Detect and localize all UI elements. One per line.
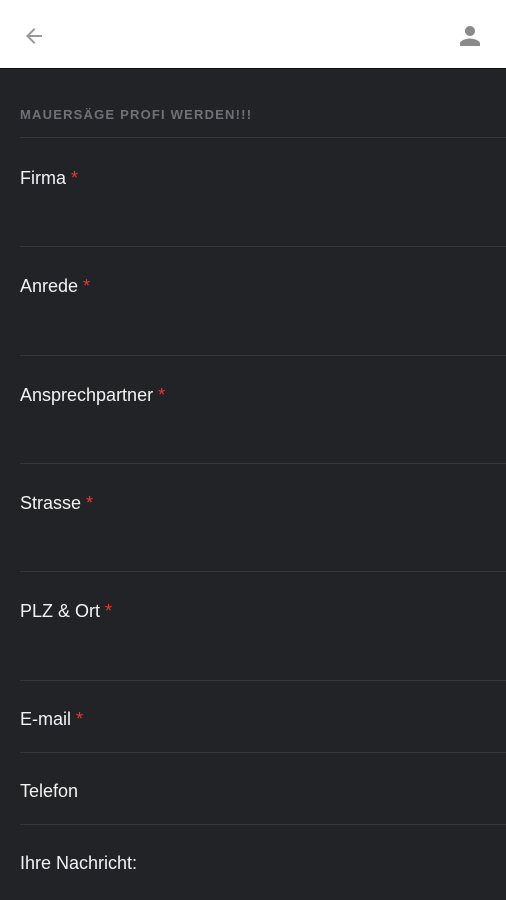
required-asterisk: * (71, 168, 79, 188)
field-label: Ansprechpartner (20, 385, 154, 405)
section-title: MAUERSÄGE PROFI WERDEN!!! (20, 107, 253, 122)
form-field-ansprechpartner[interactable]: Ansprechpartner * (20, 355, 506, 463)
form-field-firma[interactable]: Firma * (20, 137, 506, 246)
form-field-telefon[interactable]: Telefon (20, 752, 506, 824)
required-asterisk: * (105, 601, 113, 621)
user-account-button[interactable] (450, 16, 490, 56)
field-label: E-mail (20, 709, 72, 729)
top-app-bar (0, 0, 506, 69)
back-button[interactable] (14, 16, 54, 56)
anrede-input[interactable] (20, 309, 506, 343)
firma-input[interactable] (20, 200, 506, 234)
form-field-strasse[interactable]: Strasse * (20, 463, 506, 571)
field-label: Ihre Nachricht: (20, 853, 138, 873)
arrow-left-icon (26, 28, 42, 44)
strasse-input[interactable] (20, 526, 506, 560)
form-field-anrede[interactable]: Anrede * (20, 246, 506, 355)
field-label: Telefon (20, 781, 79, 801)
person-icon (460, 26, 480, 46)
ansprechpartner-input[interactable] (20, 418, 506, 452)
field-label: PLZ & Ort (20, 601, 101, 621)
required-asterisk: * (86, 493, 94, 513)
form-field-email[interactable]: E-mail * (20, 680, 506, 752)
form-field-nachricht[interactable]: Ihre Nachricht: (20, 824, 506, 900)
plz-ort-input[interactable] (20, 634, 506, 668)
form-field-plz-ort[interactable]: PLZ & Ort * (20, 571, 506, 680)
field-label: Anrede (20, 276, 79, 296)
app-screen: MAUERSÄGE PROFI WERDEN!!! Firma * Anrede *… (0, 0, 506, 900)
field-label: Strasse (20, 493, 82, 513)
field-label: Firma (20, 168, 66, 188)
required-asterisk: * (76, 709, 84, 729)
required-asterisk: * (83, 276, 91, 296)
required-asterisk: * (158, 385, 166, 405)
